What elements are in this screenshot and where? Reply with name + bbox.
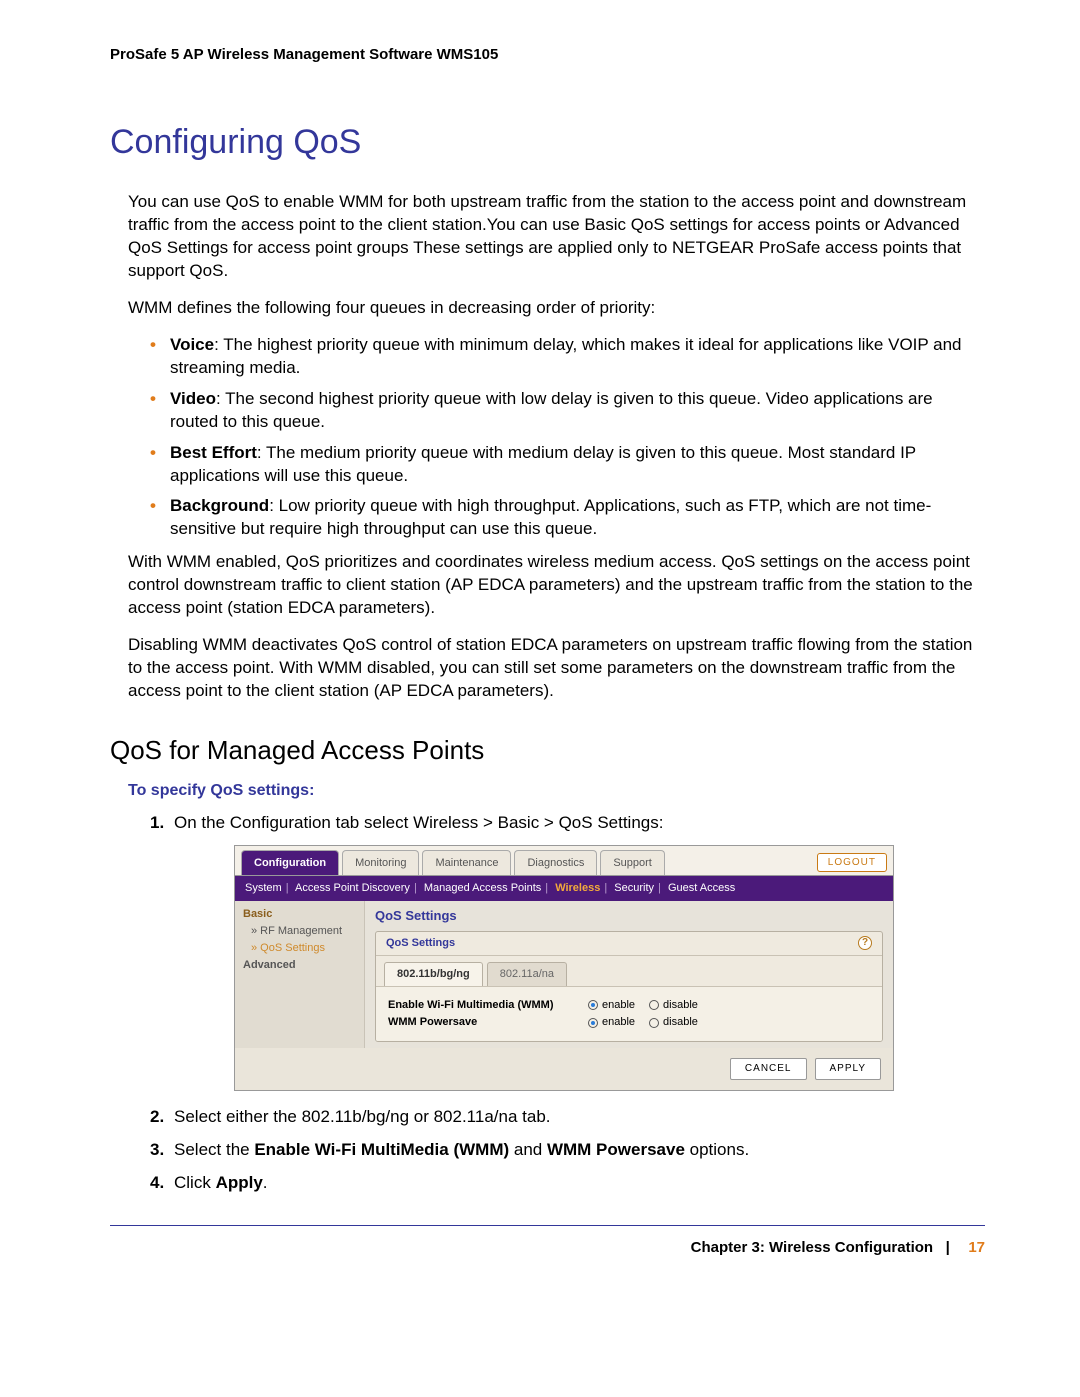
tab-support[interactable]: Support — [600, 850, 665, 876]
powersave-disable-radio[interactable]: disable — [649, 1015, 698, 1030]
powersave-label: WMM Powersave — [388, 1015, 588, 1030]
subtab-wireless[interactable]: Wireless — [555, 882, 600, 894]
wmm-lead: WMM defines the following four queues in… — [110, 297, 985, 320]
tab-maintenance[interactable]: Maintenance — [422, 850, 511, 876]
wmm-disable-radio[interactable]: disable — [649, 998, 698, 1013]
list-item: Background: Low priority queue with high… — [150, 495, 985, 541]
step-1: On the Configuration tab select Wireless… — [150, 812, 985, 1091]
band-tab-80211an[interactable]: 802.11a/na — [487, 962, 567, 986]
logout-button[interactable]: LOGOUT — [817, 853, 887, 873]
list-item: Voice: The highest priority queue with m… — [150, 334, 985, 380]
list-item: Video: The second highest priority queue… — [150, 388, 985, 434]
main-title: QoS Settings — [375, 907, 883, 925]
paragraph-disabling: Disabling WMM deactivates QoS control of… — [110, 634, 985, 703]
subtab-managed-ap[interactable]: Managed Access Points — [424, 882, 541, 894]
subtab-guest-access[interactable]: Guest Access — [668, 882, 735, 894]
tab-configuration[interactable]: Configuration — [241, 850, 339, 876]
page-footer: Chapter 3: Wireless Configuration | 17 — [110, 1238, 985, 1258]
list-item: Best Effort: The medium priority queue w… — [150, 442, 985, 488]
doc-title: ProSafe 5 AP Wireless Management Softwar… — [110, 45, 985, 65]
qos-panel: QoS Settings ? 802.11b/bg/ng 802.11a/na … — [375, 931, 883, 1042]
cancel-button[interactable]: CANCEL — [730, 1058, 807, 1080]
step-3: Select the Enable Wi-Fi MultiMedia (WMM)… — [150, 1139, 985, 1162]
intro-paragraph: You can use QoS to enable WMM for both u… — [110, 191, 985, 283]
sidebar-basic[interactable]: Basic — [243, 907, 356, 922]
qos-settings-screenshot: Configuration Monitoring Maintenance Dia… — [234, 845, 894, 1091]
powersave-enable-radio[interactable]: enable — [588, 1015, 635, 1030]
apply-button[interactable]: APPLY — [815, 1058, 882, 1080]
help-icon[interactable]: ? — [858, 936, 872, 950]
subtab-ap-discovery[interactable]: Access Point Discovery — [295, 882, 410, 894]
sidebar-advanced[interactable]: Advanced — [243, 958, 356, 973]
heading-2: QoS for Managed Access Points — [110, 733, 985, 768]
subtab-system[interactable]: System — [245, 882, 282, 894]
task-label: To specify QoS settings: — [128, 780, 985, 802]
subtab-bar: System| Access Point Discovery| Managed … — [235, 876, 893, 901]
steps-list: On the Configuration tab select Wireless… — [110, 812, 985, 1195]
wmm-label: Enable Wi-Fi Multimedia (WMM) — [388, 998, 588, 1013]
panel-heading: QoS Settings — [386, 936, 455, 951]
sidebar: Basic » RF Management » QoS Settings Adv… — [235, 901, 365, 1048]
paragraph-wmm-enabled: With WMM enabled, QoS prioritizes and co… — [110, 551, 985, 620]
sidebar-qos-settings[interactable]: » QoS Settings — [251, 941, 356, 956]
heading-1: Configuring QoS — [110, 120, 985, 166]
queue-list: Voice: The highest priority queue with m… — [110, 334, 985, 542]
step-2: Select either the 802.11b/bg/ng or 802.1… — [150, 1106, 985, 1129]
step-4: Click Apply. — [150, 1172, 985, 1195]
tab-diagnostics[interactable]: Diagnostics — [514, 850, 597, 876]
wmm-enable-radio[interactable]: enable — [588, 998, 635, 1013]
subtab-security[interactable]: Security — [614, 882, 654, 894]
band-tab-80211bgn[interactable]: 802.11b/bg/ng — [384, 962, 483, 986]
tab-monitoring[interactable]: Monitoring — [342, 850, 419, 876]
sidebar-rf-management[interactable]: » RF Management — [251, 924, 356, 939]
